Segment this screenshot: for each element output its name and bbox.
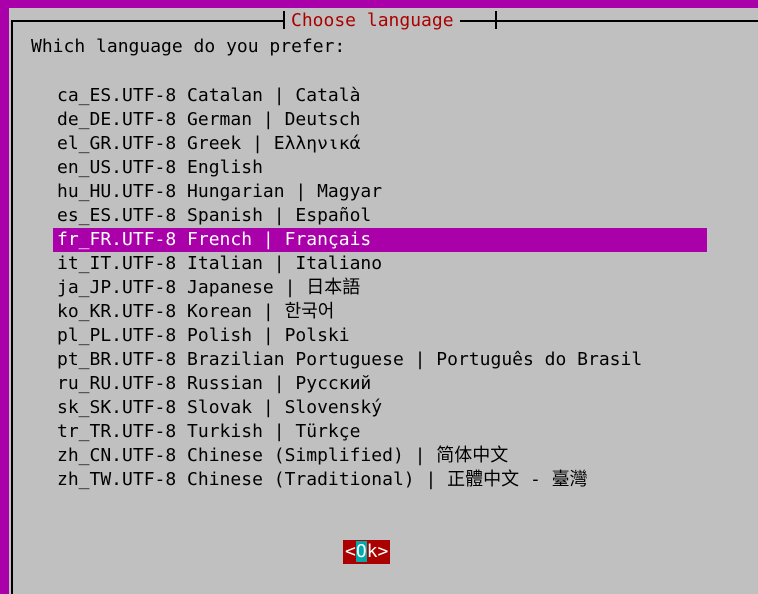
language-option-ja-jp[interactable]: ja_JP.UTF-8 Japanese | 日本語 [53,276,707,300]
ok-button-hotkey: O [355,541,367,562]
language-option-sk-sk[interactable]: sk_SK.UTF-8 Slovak | Slovenský [53,396,707,420]
language-option-en-us[interactable]: en_US.UTF-8 English [53,156,707,180]
language-list[interactable]: ca_ES.UTF-8 Catalan | Català de_DE.UTF-8… [53,84,707,492]
title-right-divider [495,11,497,29]
language-option-es-es[interactable]: es_ES.UTF-8 Spanish | Español [53,204,707,228]
language-option-fr-fr[interactable]: fr_FR.UTF-8 French | Français [53,228,707,252]
language-option-it-it[interactable]: it_IT.UTF-8 Italian | Italiano [53,252,707,276]
ok-button-left-bracket: < [345,541,356,562]
choose-language-dialog: Choose language Which language do you pr… [9,8,758,594]
ok-button-label-rest: k> [366,541,389,562]
ok-button[interactable]: <Ok> [343,540,391,564]
language-option-el-gr[interactable]: el_GR.UTF-8 Greek | Ελληνικά [53,132,707,156]
language-option-de-de[interactable]: de_DE.UTF-8 German | Deutsch [53,108,707,132]
language-option-ru-ru[interactable]: ru_RU.UTF-8 Russian | Русский [53,372,707,396]
language-option-zh-tw[interactable]: zh_TW.UTF-8 Chinese (Traditional) | 正體中文… [53,468,707,492]
installer-screen: Choose language Which language do you pr… [0,0,758,594]
language-option-hu-hu[interactable]: hu_HU.UTF-8 Hungarian | Magyar [53,180,707,204]
language-prompt: Which language do you prefer: [31,36,346,57]
language-option-ca-es[interactable]: ca_ES.UTF-8 Catalan | Català [53,84,707,108]
dialog-title: Choose language [285,10,460,32]
language-option-ko-kr[interactable]: ko_KR.UTF-8 Korean | 한국어 [53,300,707,324]
language-option-tr-tr[interactable]: tr_TR.UTF-8 Turkish | Türkçe [53,420,707,444]
language-option-pt-br[interactable]: pt_BR.UTF-8 Brazilian Portuguese | Portu… [53,348,707,372]
language-option-zh-cn[interactable]: zh_CN.UTF-8 Chinese (Simplified) | 简体中文 [53,444,707,468]
language-option-pl-pl[interactable]: pl_PL.UTF-8 Polish | Polski [53,324,707,348]
